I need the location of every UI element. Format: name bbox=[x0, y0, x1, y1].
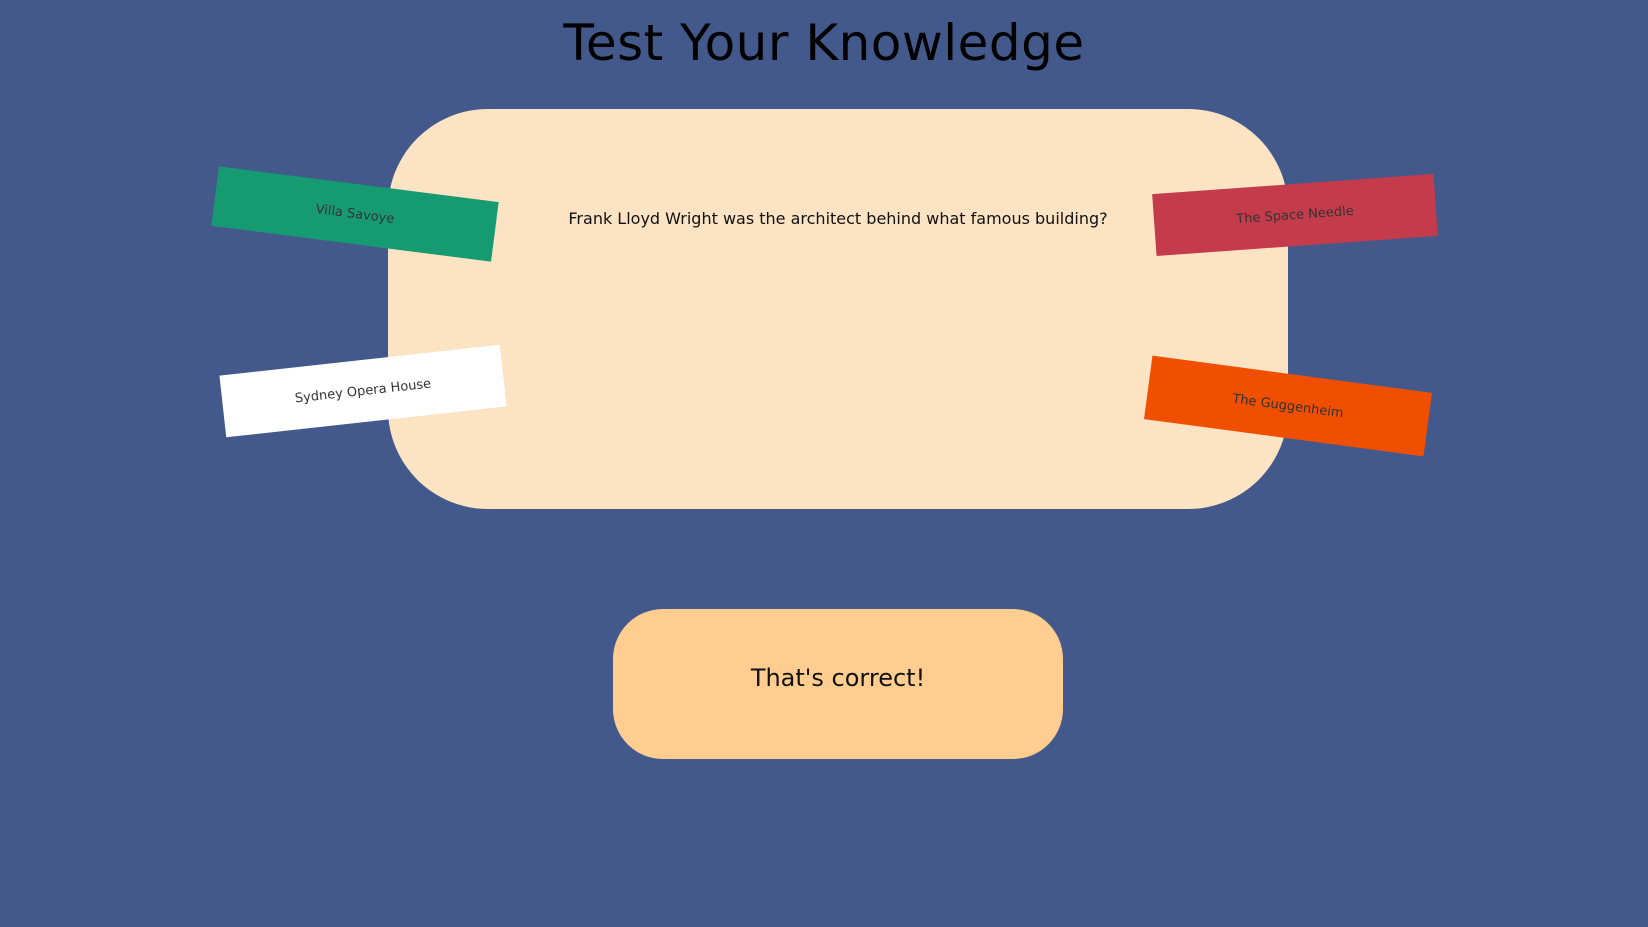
answer-label: The Guggenheim bbox=[1231, 391, 1345, 421]
answer-label: Villa Savoye bbox=[314, 201, 396, 227]
answer-label: The Space Needle bbox=[1235, 203, 1355, 227]
feedback-message: That's correct! bbox=[750, 664, 926, 692]
question-card bbox=[388, 109, 1288, 509]
feedback-box: That's correct! bbox=[613, 609, 1063, 759]
answer-label: Sydney Opera House bbox=[294, 376, 432, 406]
page-title: Test Your Knowledge bbox=[563, 14, 1085, 72]
